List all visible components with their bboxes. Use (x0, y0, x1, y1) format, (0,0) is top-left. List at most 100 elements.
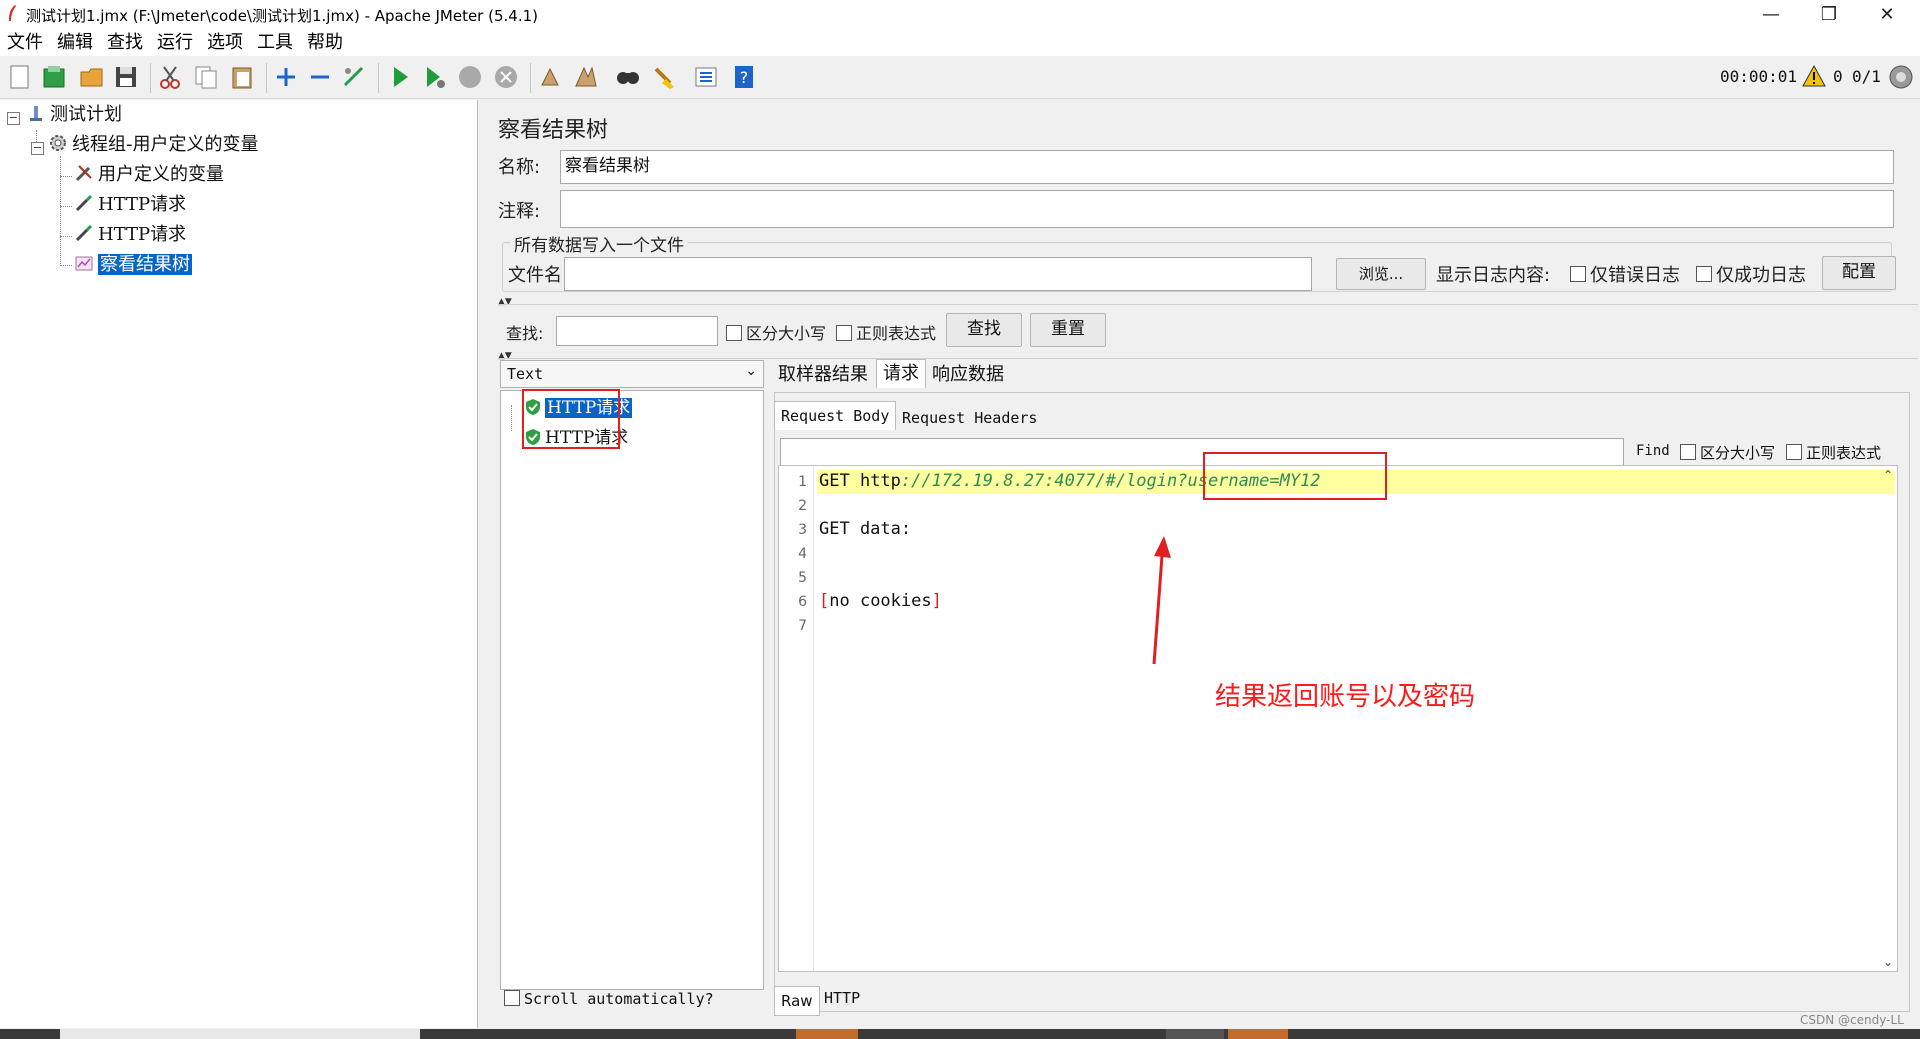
start-icon[interactable] (386, 63, 414, 91)
tree-thread-group[interactable]: 线程组-用户定义的变量 (48, 132, 259, 158)
sample-result-list: HTTP请求 HTTP请求 (500, 390, 764, 990)
annotation-text: 结果返回账号以及密码 (1215, 682, 1476, 712)
reset-search-icon[interactable] (650, 63, 678, 91)
menu-tools[interactable]: 工具 (250, 30, 300, 56)
start-no-pauses-icon[interactable] (420, 63, 448, 91)
pipette-icon (75, 194, 93, 212)
clear-all-icon[interactable] (572, 63, 600, 91)
menu-help[interactable]: 帮助 (300, 30, 350, 56)
tab-sampler-result[interactable]: 取样器结果 (772, 361, 874, 389)
code-bracket-open: [ (819, 591, 830, 611)
test-plan-tree: − 测试计划 − 线程组-用户定义的变量 用户定义的变量 HTTP请求 HTTP… (0, 100, 478, 1028)
code-line-6: [no cookies] (819, 591, 942, 611)
tab-http[interactable]: HTTP (818, 984, 866, 1012)
menu-search[interactable]: 查找 (100, 30, 150, 56)
find-button[interactable]: 查找 (946, 313, 1022, 347)
menu-run[interactable]: 运行 (150, 30, 200, 56)
restore-button[interactable]: ❐ (1800, 0, 1858, 30)
title-bar: 测试计划1.jmx (F:\Jmeter\code\测试计划1.jmx) - A… (0, 0, 1920, 30)
toggle-icon[interactable] (340, 63, 368, 91)
request-body-editor[interactable]: 1 2 3 4 5 6 7 GET http://172.19.8.27:407… (778, 465, 1898, 972)
search-icon[interactable] (614, 63, 642, 91)
cut-icon[interactable] (156, 63, 184, 91)
function-helper-icon[interactable] (692, 63, 720, 91)
scroll-auto-checkbox[interactable]: Scroll automatically? (504, 989, 714, 1008)
browse-button[interactable]: 浏览... (1336, 258, 1426, 290)
close-button[interactable]: ✕ (1858, 0, 1916, 30)
comment-field[interactable] (560, 190, 1894, 228)
minimize-button[interactable]: — (1742, 0, 1800, 30)
collapse-root-icon[interactable]: − (7, 112, 20, 125)
tree-label: 线程组-用户定义的变量 (72, 134, 259, 155)
search-regex-label: 正则表达式 (856, 324, 937, 343)
tab-request-body[interactable]: Request Body (774, 401, 897, 430)
tree-http-request-1[interactable]: HTTP请求 (74, 192, 186, 218)
menu-edit[interactable]: 编辑 (50, 30, 100, 56)
panel-title: 察看结果树 (498, 118, 609, 143)
tree-http-request-2[interactable]: HTTP请求 (74, 222, 186, 248)
menu-bar: 文件 编辑 查找 运行 选项 工具 帮助 (0, 30, 1920, 56)
collapse-icon[interactable] (306, 63, 334, 91)
templates-icon[interactable] (40, 63, 68, 91)
tab-raw[interactable]: Raw (774, 986, 820, 1016)
warning-icon[interactable] (1802, 65, 1826, 87)
find-input[interactable] (780, 438, 1624, 468)
scroll-up-icon[interactable]: ⌃ (1883, 468, 1893, 482)
splitter-arrows-icon[interactable]: ▲▼ (498, 297, 512, 307)
expand-icon[interactable] (272, 63, 300, 91)
shutdown-icon[interactable] (492, 63, 520, 91)
open-icon[interactable] (78, 63, 106, 91)
new-icon[interactable] (6, 63, 34, 91)
remote-status-icon[interactable] (1888, 64, 1914, 90)
find-regex-checkbox[interactable]: 正则表达式 (1786, 442, 1881, 463)
checkbox-box (1696, 266, 1712, 282)
search-label: 查找: (506, 324, 544, 343)
file-section-title: 所有数据写入一个文件 (510, 231, 688, 256)
scroll-down-icon[interactable]: ⌄ (1883, 955, 1893, 969)
save-icon[interactable] (112, 63, 140, 91)
line-number: 1 (798, 474, 807, 490)
menu-options[interactable]: 选项 (200, 30, 250, 56)
highlight-box-url (1203, 452, 1387, 500)
find-regex-label: 正则表达式 (1806, 444, 1882, 462)
tree-user-variables[interactable]: 用户定义的变量 (74, 162, 224, 188)
success-only-checkbox[interactable]: 仅成功日志 (1696, 261, 1806, 287)
tab-response-data[interactable]: 响应数据 (926, 361, 1010, 389)
help-icon[interactable]: ? (730, 63, 758, 91)
search-case-checkbox[interactable]: 区分大小写 (726, 320, 826, 344)
search-regex-checkbox[interactable]: 正则表达式 (836, 320, 936, 344)
errors-only-label: 仅错误日志 (1590, 265, 1680, 286)
menu-file[interactable]: 文件 (0, 30, 50, 56)
collapse-thread-group-icon[interactable]: − (31, 142, 44, 155)
toolbar-separator (266, 63, 267, 93)
search-input[interactable] (556, 316, 718, 346)
find-case-checkbox[interactable]: 区分大小写 (1680, 442, 1775, 463)
search-case-label: 区分大小写 (746, 324, 827, 343)
errors-only-checkbox[interactable]: 仅错误日志 (1570, 261, 1680, 287)
test-plan-icon (30, 106, 42, 121)
tree-label: HTTP请求 (98, 224, 187, 245)
clear-icon[interactable] (536, 63, 564, 91)
name-field[interactable]: 察看结果树 (560, 150, 1894, 184)
tree-label: HTTP请求 (98, 194, 187, 215)
tree-test-plan[interactable]: 测试计划 (26, 102, 122, 128)
paste-icon[interactable] (228, 63, 256, 91)
find-label: Find (1636, 443, 1670, 459)
divider (498, 304, 1918, 305)
tab-request-headers[interactable]: Request Headers (896, 404, 1043, 432)
pipette-icon (75, 224, 93, 242)
code-no-cookies: no cookies (829, 591, 932, 611)
checkbox-box (726, 324, 742, 341)
svg-text:?: ? (740, 68, 749, 87)
renderer-select[interactable]: Text ⌄ (500, 360, 764, 388)
active-threads: 0/1 (1852, 67, 1881, 86)
elapsed-timer: 00:00:01 (1720, 67, 1798, 86)
reset-button[interactable]: 重置 (1030, 313, 1106, 347)
configure-button[interactable]: 配置 (1822, 256, 1896, 290)
tree-view-results-tree[interactable]: 察看结果树 (74, 252, 192, 278)
copy-icon[interactable] (192, 63, 220, 91)
checkbox-box (504, 989, 520, 1006)
stop-icon[interactable] (456, 63, 484, 91)
tab-request[interactable]: 请求 (876, 359, 926, 388)
filename-field[interactable] (564, 257, 1312, 291)
